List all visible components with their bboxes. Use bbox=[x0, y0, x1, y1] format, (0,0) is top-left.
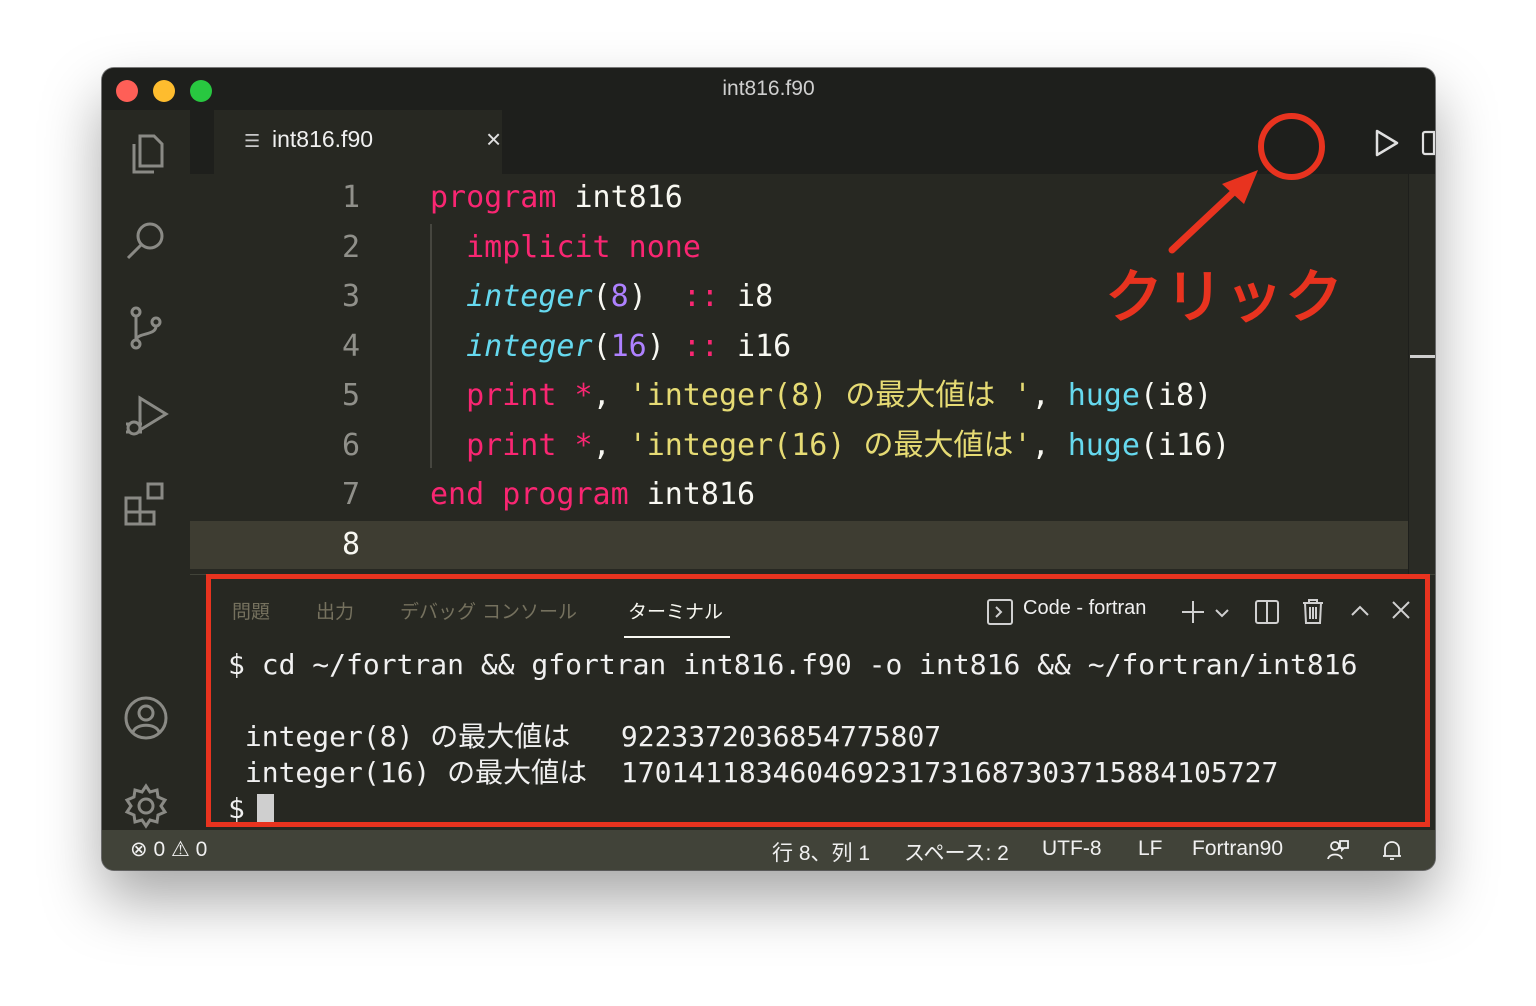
cursor-position[interactable]: 行 8、列 1 bbox=[772, 837, 870, 867]
line-number: 1 bbox=[342, 180, 361, 215]
activity-bar bbox=[102, 110, 190, 830]
line-number: 3 bbox=[342, 279, 361, 314]
source-control-icon[interactable] bbox=[122, 304, 170, 352]
code-line[interactable]: 5 print *, 'integer(8) の最大値は ', huge(i8) bbox=[190, 372, 1408, 420]
code-token: , bbox=[592, 427, 629, 463]
split-editor-icon[interactable] bbox=[1421, 130, 1435, 156]
code-token: , bbox=[592, 378, 629, 413]
language-mode[interactable]: Fortran90 bbox=[1192, 837, 1283, 861]
code-token: huge bbox=[1067, 427, 1140, 463]
run-debug-icon[interactable] bbox=[122, 392, 170, 440]
explorer-icon[interactable] bbox=[122, 130, 170, 178]
feedback-icon[interactable] bbox=[1326, 838, 1350, 862]
code-line[interactable]: 6 print *, 'integer(16) の最大値は', huge(i16… bbox=[190, 422, 1408, 470]
code-token: :: bbox=[682, 328, 719, 364]
notifications-bell-icon[interactable] bbox=[1380, 838, 1404, 862]
warning-count: 0 bbox=[195, 838, 208, 861]
code-text: program int816 bbox=[430, 174, 683, 222]
code-line[interactable]: 8 bbox=[190, 520, 1408, 569]
code-token: * bbox=[574, 378, 593, 413]
hamburger-icon: ☰ bbox=[244, 131, 261, 152]
line-number: 4 bbox=[342, 328, 361, 364]
line-number: 7 bbox=[342, 477, 361, 512]
indentation-status[interactable]: スペース: 2 bbox=[904, 837, 1009, 867]
code-token: implicit none bbox=[466, 229, 701, 265]
code-text: integer(8) :: i8 bbox=[430, 273, 773, 321]
tab-label: int816.f90 bbox=[272, 126, 374, 152]
extensions-icon[interactable] bbox=[122, 480, 170, 528]
line-number: 2 bbox=[342, 229, 361, 265]
line-number: 8 bbox=[342, 526, 361, 562]
code-token: ) bbox=[628, 279, 683, 314]
code-token: integer bbox=[466, 328, 593, 364]
code-token: print bbox=[466, 427, 557, 463]
code-token: int816 bbox=[556, 180, 683, 215]
line-number: 6 bbox=[342, 427, 361, 463]
annotation-arrow-icon bbox=[1168, 170, 1258, 254]
terminal-highlight-box bbox=[206, 574, 1430, 827]
code-token: ) bbox=[646, 328, 683, 364]
code-token: 16 bbox=[610, 328, 647, 364]
code-token: int816 bbox=[628, 477, 756, 512]
code-token: ( bbox=[592, 328, 611, 364]
search-icon[interactable] bbox=[122, 216, 170, 264]
error-icon: ⊗ bbox=[130, 838, 148, 861]
code-token: print bbox=[466, 378, 557, 413]
code-line[interactable]: 7 end program int816 bbox=[190, 471, 1408, 519]
code-text: print *, 'integer(8) の最大値は ', huge(i8) bbox=[430, 372, 1212, 420]
warning-icon: ⚠ bbox=[170, 838, 190, 861]
error-count: 0 bbox=[153, 838, 166, 861]
code-token: integer bbox=[466, 279, 593, 314]
code-token: 'integer(16) の最大値は' bbox=[628, 427, 1032, 463]
problems-status[interactable]: ⊗ 0 ⚠ 0 bbox=[130, 837, 207, 862]
line-number: 5 bbox=[342, 378, 361, 413]
code-text: integer(16) :: i16 bbox=[430, 323, 791, 371]
tab-int816[interactable]: ☰ int816.f90 × bbox=[214, 110, 502, 174]
code-token: (i16) bbox=[1139, 427, 1231, 463]
code-token: , bbox=[1031, 378, 1068, 413]
eol-status[interactable]: LF bbox=[1138, 837, 1163, 861]
settings-gear-icon[interactable] bbox=[122, 782, 170, 830]
scroll-position-marker bbox=[1410, 355, 1435, 358]
code-token: , bbox=[1031, 427, 1068, 463]
code-token: i16 bbox=[719, 328, 792, 364]
status-bar: ⊗ 0 ⚠ 0 行 8、列 1 スペース: 2 UTF-8 LF Fortran… bbox=[102, 830, 1435, 870]
code-token: end program bbox=[430, 477, 629, 512]
code-text: end program int816 bbox=[430, 471, 755, 519]
account-icon[interactable] bbox=[122, 694, 170, 742]
encoding-status[interactable]: UTF-8 bbox=[1042, 837, 1102, 861]
editor-scrollbar[interactable] bbox=[1408, 174, 1435, 640]
code-token: 8 bbox=[610, 279, 629, 314]
code-token: :: bbox=[682, 279, 719, 314]
code-text: print *, 'integer(16) の最大値は', huge(i16) bbox=[430, 422, 1230, 470]
code-token: i8 bbox=[719, 279, 774, 314]
run-code-button[interactable] bbox=[1371, 128, 1401, 158]
code-token: (i8) bbox=[1139, 378, 1213, 413]
code-text: implicit none bbox=[430, 224, 701, 272]
code-token: 'integer(8) の最大値は ' bbox=[628, 378, 1032, 413]
code-token: huge bbox=[1067, 378, 1140, 413]
code-token: ( bbox=[592, 279, 611, 314]
code-token: * bbox=[574, 427, 593, 463]
window-title: int816.f90 bbox=[722, 77, 815, 100]
code-token: program bbox=[430, 180, 557, 215]
click-annotation-label: クリック bbox=[1105, 263, 1346, 331]
title-bar: int816.f90 bbox=[102, 68, 1435, 110]
close-icon[interactable]: × bbox=[486, 124, 501, 155]
